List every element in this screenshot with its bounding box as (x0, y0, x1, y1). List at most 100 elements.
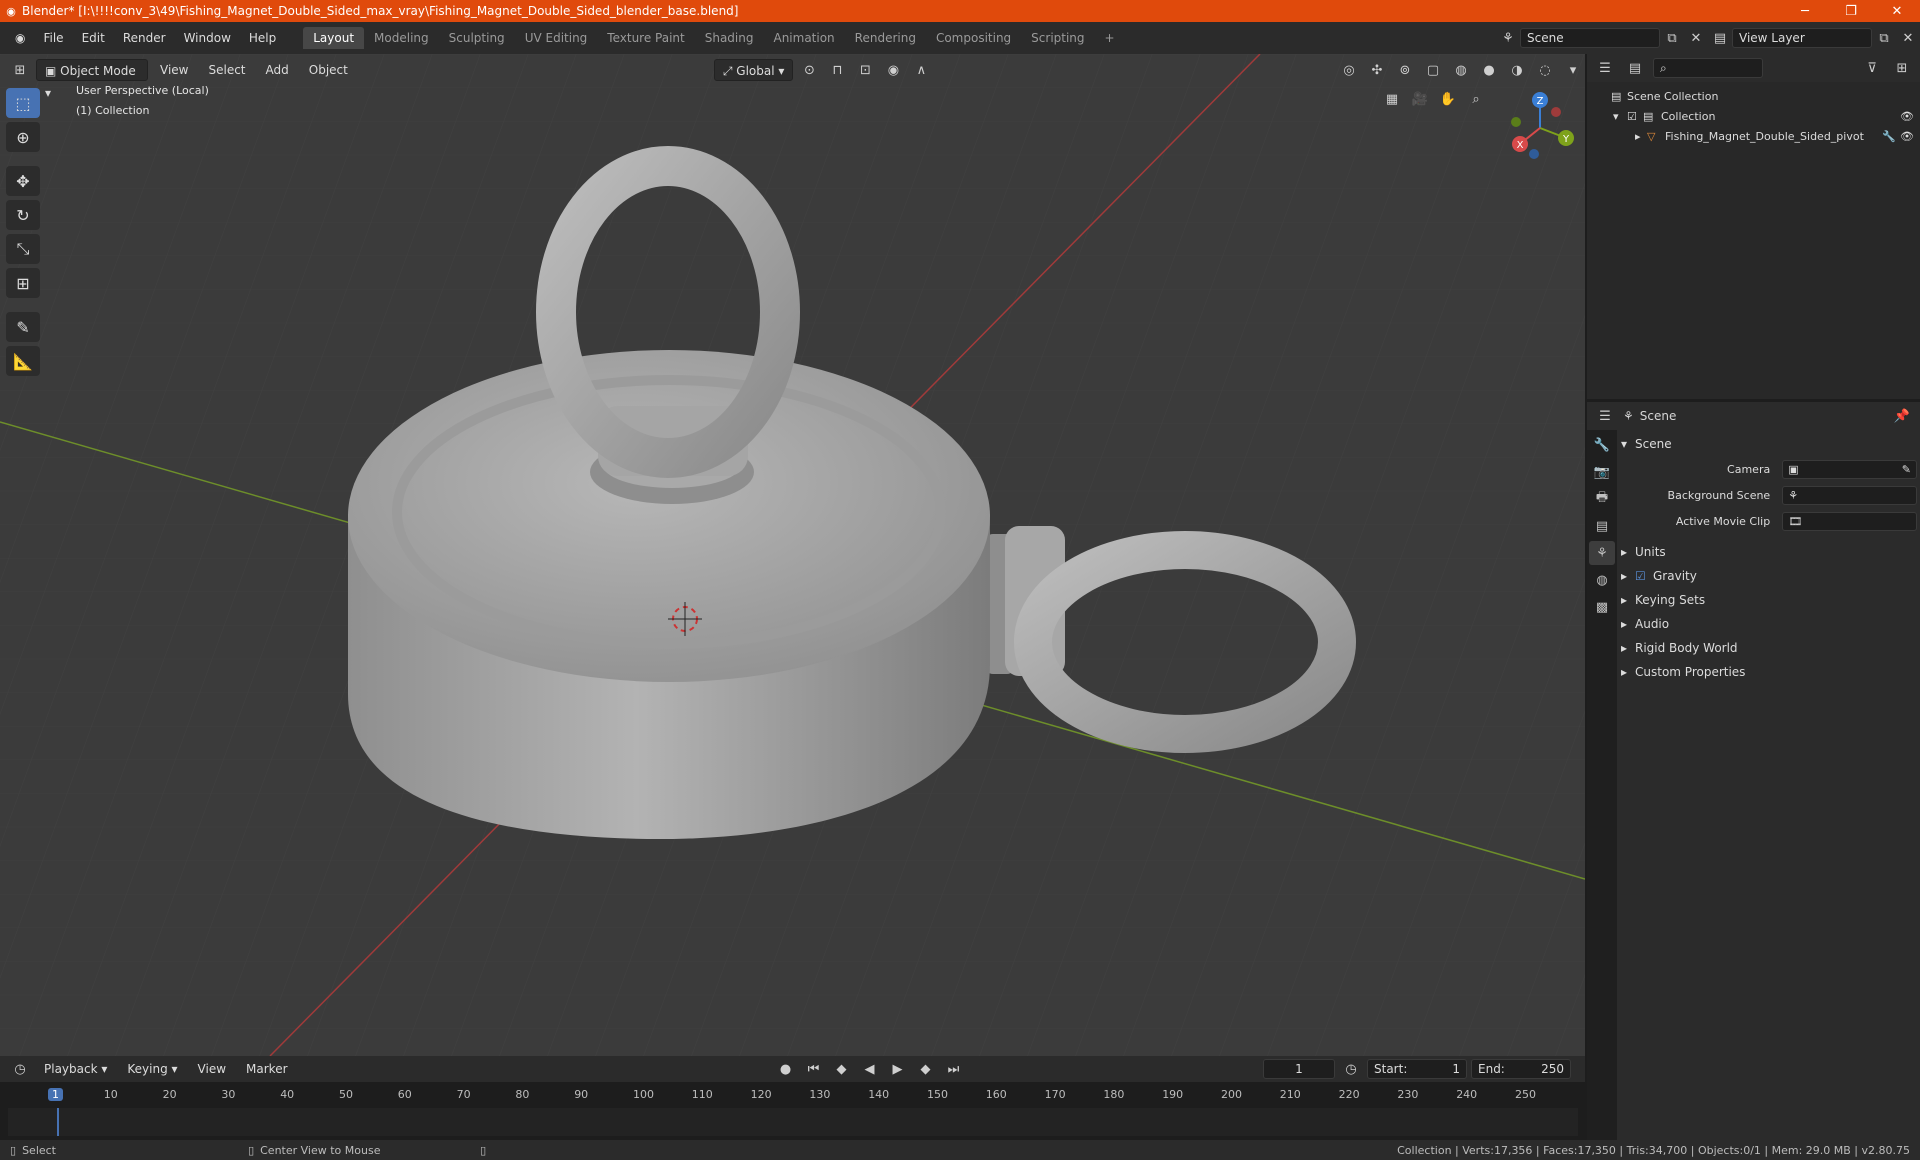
section-units[interactable]: ▸ Units (1621, 540, 1917, 564)
expand-arrow-icon[interactable]: ▾ (1613, 110, 1627, 123)
add-workspace-icon[interactable]: + (1095, 27, 1125, 49)
scene-tab-active-icon[interactable]: ⚘ (1589, 541, 1615, 565)
delete-view-layer-icon[interactable]: ✕ (1896, 27, 1920, 49)
zoom-view-icon[interactable]: ⌕ (1464, 88, 1488, 110)
menu-window[interactable]: Window (175, 27, 240, 49)
tab-compositing[interactable]: Compositing (926, 27, 1021, 49)
section-gravity[interactable]: ▸ ☑ Gravity (1621, 564, 1917, 588)
close-icon[interactable]: ✕ (1874, 0, 1920, 22)
section-audio[interactable]: ▸ Audio (1621, 612, 1917, 636)
new-scene-icon[interactable]: ⧉ (1660, 27, 1684, 49)
timeline-menu-keying[interactable]: Keying ▾ (119, 1058, 185, 1080)
section-rigid-body-world[interactable]: ▸ Rigid Body World (1621, 636, 1917, 660)
timeline-track[interactable] (8, 1108, 1578, 1136)
transform-tool-icon[interactable]: ⊞ (6, 268, 40, 298)
viewport-menu-view[interactable]: View (152, 59, 196, 81)
xray-icon[interactable]: ▢ (1421, 59, 1445, 81)
camera-field[interactable]: ▣ ✎ (1782, 459, 1917, 479)
orientation-gizmo[interactable]: Z Y X (1500, 88, 1580, 168)
next-keyframe-icon[interactable]: ◆ (914, 1058, 938, 1080)
restore-icon[interactable]: ❐ (1828, 0, 1874, 22)
viewport-scene[interactable] (0, 54, 1585, 1056)
pivot-point-icon[interactable]: ⊙ (797, 59, 821, 81)
tab-shading[interactable]: Shading (695, 27, 764, 49)
texture-tab-icon[interactable]: ▩ (1589, 595, 1615, 619)
view-layer-selector[interactable]: View Layer (1732, 28, 1872, 48)
pin-icon[interactable]: 📌 (1890, 405, 1914, 427)
tab-scripting[interactable]: Scripting (1021, 27, 1094, 49)
play-reverse-icon[interactable]: ◀ (858, 1058, 882, 1080)
viewport-menu-select[interactable]: Select (200, 59, 253, 81)
timeline-menu-view[interactable]: View (190, 1058, 234, 1080)
filter-icon[interactable]: ⊽ (1860, 57, 1884, 79)
tab-modeling[interactable]: Modeling (364, 27, 439, 49)
solid-shading-icon[interactable]: ● (1477, 59, 1501, 81)
section-keying-sets[interactable]: ▸ Keying Sets (1621, 588, 1917, 612)
rendered-shading-icon[interactable]: ◌ (1533, 59, 1557, 81)
playhead[interactable] (57, 1108, 59, 1136)
menu-help[interactable]: Help (240, 27, 285, 49)
gizmo-toggle-icon[interactable]: ✣ (1365, 59, 1389, 81)
tab-sculpting[interactable]: Sculpting (439, 27, 515, 49)
outliner-item-scene-collection[interactable]: ▤ Scene Collection (1587, 86, 1920, 106)
tab-uv-editing[interactable]: UV Editing (515, 27, 598, 49)
delete-scene-icon[interactable]: ✕ (1684, 27, 1708, 49)
ortho-toggle-icon[interactable]: ▦ (1380, 88, 1404, 110)
outliner-item-object[interactable]: ▸ ▽ Fishing_Magnet_Double_Sided_pivot 🔧 … (1587, 126, 1920, 146)
outliner-item-collection[interactable]: ▾ ☑ ▤ Collection 👁 (1587, 106, 1920, 126)
transform-orientation-selector[interactable]: ⤢ Global ▾ (713, 59, 794, 81)
menu-render[interactable]: Render (114, 27, 175, 49)
3d-viewport[interactable]: ⊞ ▣ Object Mode ▾ View Select Add Object… (0, 54, 1585, 1056)
new-view-layer-icon[interactable]: ⧉ (1872, 27, 1896, 49)
play-icon[interactable]: ▶ (886, 1058, 910, 1080)
prev-keyframe-icon[interactable]: ◆ (830, 1058, 854, 1080)
properties-editor-type-icon[interactable]: ☰ (1593, 405, 1617, 427)
record-icon[interactable]: ● (774, 1058, 798, 1080)
scene-icon[interactable]: ⚘ (1496, 27, 1520, 49)
viewport-menu-add[interactable]: Add (258, 59, 297, 81)
tab-animation[interactable]: Animation (763, 27, 844, 49)
background-scene-field[interactable]: ⚘ (1782, 485, 1917, 505)
move-tool-icon[interactable]: ✥ (6, 166, 40, 196)
section-custom-properties[interactable]: ▸ Custom Properties (1621, 660, 1917, 684)
eye-icon[interactable]: 👁 (1900, 130, 1920, 143)
overlay-toggle-icon[interactable]: ⊚ (1393, 59, 1417, 81)
outliner-editor-type-icon[interactable]: ☰ (1593, 57, 1617, 79)
editor-type-icon[interactable]: ⊞ (8, 59, 32, 81)
jump-start-icon[interactable]: ⏮ (802, 1058, 826, 1080)
camera-view-icon[interactable]: 🎥 (1408, 88, 1432, 110)
new-collection-icon[interactable]: ⊞ (1890, 57, 1914, 79)
scale-tool-icon[interactable]: ⤡ (6, 234, 40, 264)
start-frame-field[interactable]: Start: 1 (1367, 1059, 1467, 1079)
output-tab-icon[interactable]: 🖶 (1589, 487, 1615, 511)
scene-panel-header[interactable]: ▾ Scene (1621, 432, 1917, 456)
scene-selector[interactable]: Scene (1520, 28, 1660, 48)
tool-tab-icon[interactable]: 🔧 (1589, 433, 1615, 457)
tab-texture-paint[interactable]: Texture Paint (597, 27, 694, 49)
active-movie-clip-field[interactable]: 🎞 (1782, 511, 1917, 531)
timeline-menu-marker[interactable]: Marker (238, 1058, 295, 1080)
cursor-tool-icon[interactable]: ⊕ (6, 122, 40, 152)
select-box-tool-icon[interactable]: ⬚ (6, 88, 40, 118)
menu-file[interactable]: File (34, 27, 72, 49)
modifier-wrench-icon[interactable]: 🔧 (1882, 130, 1900, 143)
viewport-menu-object[interactable]: Object (301, 59, 356, 81)
eyedropper-icon[interactable]: ✎ (1902, 463, 1911, 476)
material-shading-icon[interactable]: ◑ (1505, 59, 1529, 81)
checkbox-icon[interactable]: ☑ (1627, 110, 1643, 123)
snap-icon[interactable]: ⊓ (825, 59, 849, 81)
display-mode-icon[interactable]: ▤ (1623, 57, 1647, 79)
visibility-icon[interactable]: ◎ (1337, 59, 1361, 81)
eye-icon[interactable]: 👁 (1900, 110, 1920, 123)
world-tab-icon[interactable]: ◍ (1589, 568, 1615, 592)
menu-edit[interactable]: Edit (73, 27, 114, 49)
tab-rendering[interactable]: Rendering (845, 27, 926, 49)
minimize-icon[interactable]: ─ (1782, 0, 1828, 22)
wireframe-shading-icon[interactable]: ◍ (1449, 59, 1473, 81)
expand-arrow-icon[interactable]: ▸ (1635, 130, 1647, 143)
end-frame-field[interactable]: End: 250 (1471, 1059, 1571, 1079)
blender-menu-icon[interactable]: ◉ (6, 27, 34, 49)
measure-tool-icon[interactable]: 📐 (6, 346, 40, 376)
annotate-tool-icon[interactable]: ✎ (6, 312, 40, 342)
view-layer-tab-icon[interactable]: ▤ (1589, 514, 1615, 538)
